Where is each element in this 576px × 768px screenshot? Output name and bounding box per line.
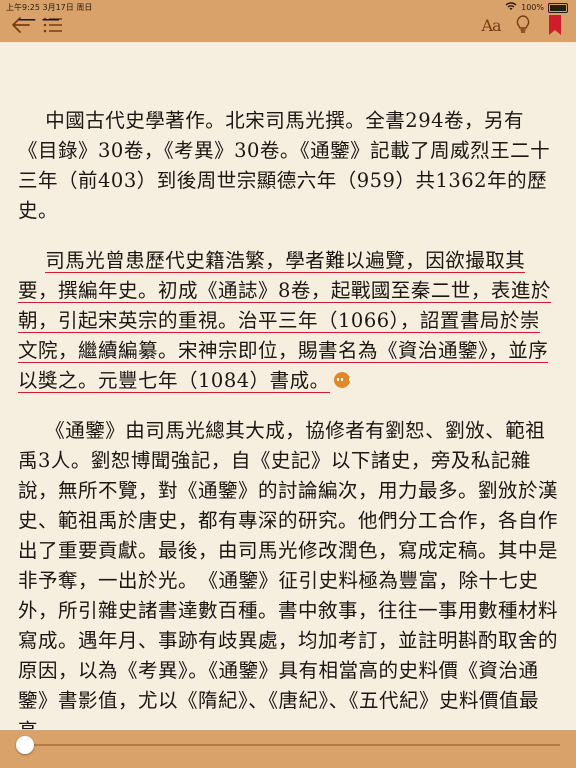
- brightness-button[interactable]: [512, 14, 534, 36]
- font-settings-button[interactable]: Aa: [480, 14, 502, 36]
- paragraph-highlighted[interactable]: 司馬光曾患歷代史籍浩繁，學者難以遍覽，因欲撮取其要，撰編年史。初成《通誌》8卷，…: [18, 246, 558, 396]
- previous-page-remnant: 一 一: [18, 11, 60, 24]
- status-indicators: 100%: [505, 2, 568, 13]
- bookmark-icon: [549, 15, 561, 35]
- bottom-bar: [0, 730, 576, 768]
- highlighted-passage[interactable]: 司馬光曾患歷代史籍浩繁，學者難以遍覽，因欲撮取其要，撰編年史。初成《通誌》8卷，…: [18, 249, 551, 393]
- bookmark-button[interactable]: [544, 14, 566, 36]
- top-toolbar: 上午9:25 3月17日 周日 100% Aa: [0, 0, 576, 42]
- wifi-icon: [505, 2, 517, 13]
- lightbulb-icon: [516, 15, 530, 33]
- note-menu-icon[interactable]: [333, 371, 351, 388]
- battery-percent: 100%: [521, 3, 544, 12]
- reading-progress-slider[interactable]: [16, 736, 34, 754]
- paragraph-body: 《通鑒》由司馬光總其大成，協修者有劉恕、劉攽、範祖禹3人。劉恕博聞強記，自《史記…: [18, 419, 558, 732]
- reading-progress-track[interactable]: [24, 744, 560, 746]
- paragraph-intro: 中國古代史學著作。北宋司馬光撰。全書294卷，另有《目錄》30卷，《考異》30卷…: [18, 109, 551, 222]
- battery-icon: [548, 2, 568, 13]
